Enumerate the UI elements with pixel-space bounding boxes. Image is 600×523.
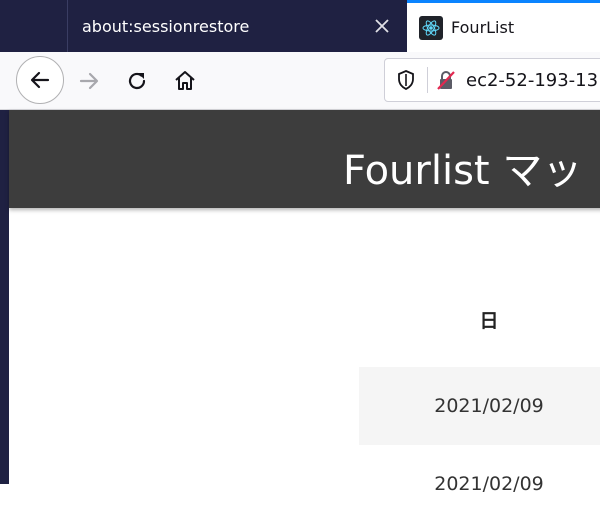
window-edge — [0, 110, 9, 484]
url-text: ec2-52-193-13 — [466, 69, 599, 91]
tab-strip-spacer — [0, 0, 68, 52]
app-header: Fourlist マッ — [9, 110, 600, 208]
forward-button[interactable] — [66, 58, 112, 104]
navigation-toolbar: ec2-52-193-13 — [0, 52, 600, 110]
close-icon[interactable] — [364, 8, 400, 44]
insecure-lock-icon[interactable] — [434, 69, 458, 91]
url-divider — [427, 67, 428, 93]
react-icon — [419, 15, 443, 40]
date-cell: 2021/02/09 — [434, 473, 544, 495]
table-column-header: 日 — [479, 310, 499, 332]
home-icon — [175, 71, 195, 90]
reload-button[interactable] — [114, 58, 160, 104]
arrow-left-icon — [30, 71, 50, 89]
reload-icon — [128, 72, 146, 90]
table-row: 2021/02/09 — [359, 367, 600, 445]
shield-icon[interactable] — [391, 70, 421, 90]
url-bar[interactable]: ec2-52-193-13 — [384, 58, 600, 102]
arrow-right-icon — [79, 72, 99, 90]
tab-session-restore[interactable]: about:sessionrestore — [68, 0, 406, 52]
tab-title: about:sessionrestore — [82, 16, 250, 36]
back-button[interactable] — [16, 56, 64, 104]
tab-fourlist[interactable]: FourList — [407, 0, 600, 52]
web-page: Fourlist マッ 日 2021/02/09 2021/02/09 — [9, 110, 600, 495]
tab-strip: about:sessionrestore FourList — [0, 0, 600, 52]
page-title: Fourlist マッ — [343, 148, 583, 194]
table-row: 2021/02/09 — [359, 445, 600, 523]
home-button[interactable] — [162, 58, 208, 104]
date-cell: 2021/02/09 — [434, 395, 544, 417]
tab-title: FourList — [451, 18, 515, 37]
